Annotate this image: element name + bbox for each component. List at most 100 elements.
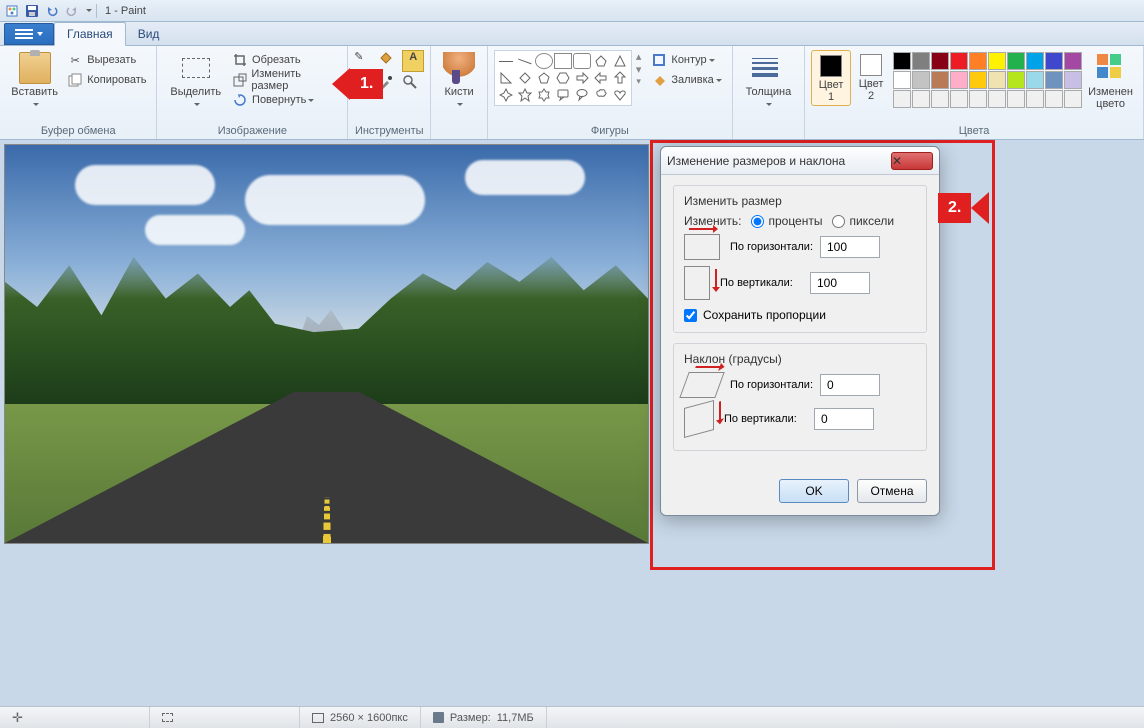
shape-star6[interactable] (535, 87, 553, 103)
color-swatch[interactable] (950, 90, 968, 108)
edit-colors-button[interactable]: Изменен цвето (1084, 50, 1137, 112)
shape-callout-rect[interactable] (554, 87, 572, 103)
undo-icon[interactable] (44, 3, 60, 19)
redo-icon[interactable] (64, 3, 80, 19)
color-swatch[interactable] (950, 52, 968, 70)
color2-button[interactable]: Цвет 2 (851, 50, 891, 104)
color-swatch[interactable] (1026, 52, 1044, 70)
color-swatch[interactable] (988, 52, 1006, 70)
color-swatch[interactable] (988, 90, 1006, 108)
color-swatch[interactable] (1007, 71, 1025, 89)
annotation-1: 1. (332, 68, 383, 100)
outline-button[interactable]: Контур (647, 50, 725, 70)
shape-arrow-l[interactable] (592, 70, 610, 86)
shape-line[interactable] (497, 53, 515, 69)
radio-pixels[interactable] (832, 215, 845, 228)
paste-button[interactable]: Вставить (6, 50, 63, 112)
shape-callout-oval[interactable] (573, 87, 591, 103)
color-swatch[interactable] (931, 52, 949, 70)
resize-label: Изменить размер (251, 68, 337, 92)
skew-horiz-input[interactable] (820, 374, 880, 396)
cut-label: Вырезать (87, 54, 136, 66)
vert-input[interactable] (810, 272, 870, 294)
shape-arrow-r[interactable] (573, 70, 591, 86)
color-swatch[interactable] (912, 71, 930, 89)
color-swatch[interactable] (893, 71, 911, 89)
color-swatch[interactable] (969, 90, 987, 108)
color-swatch[interactable] (1064, 71, 1082, 89)
shape-star5[interactable] (516, 87, 534, 103)
shape-hexagon[interactable] (554, 70, 572, 86)
color-swatch[interactable] (893, 90, 911, 108)
fill-button[interactable]: Заливка (647, 70, 725, 90)
file-menu-button[interactable] (4, 23, 54, 45)
color1-button[interactable]: Цвет 1 (811, 50, 851, 106)
color-swatch[interactable] (969, 71, 987, 89)
shape-star4[interactable] (497, 87, 515, 103)
shapes-gallery[interactable] (494, 50, 632, 106)
shape-roundrect[interactable] (573, 53, 591, 69)
tab-view[interactable]: Вид (126, 23, 172, 45)
brushes-button[interactable]: Кисти (437, 50, 481, 112)
color-swatch[interactable] (1064, 90, 1082, 108)
rotate-icon (232, 92, 248, 108)
color-swatch[interactable] (1007, 90, 1025, 108)
crop-button[interactable]: Обрезать (228, 50, 341, 70)
color-swatch[interactable] (969, 52, 987, 70)
close-icon: ✕ (892, 154, 932, 168)
shape-polygon[interactable] (592, 53, 610, 69)
color-swatch[interactable] (1026, 90, 1044, 108)
copy-button[interactable]: Копировать (63, 70, 150, 90)
shapes-scroll-up[interactable]: ▴ (636, 50, 642, 63)
color-swatch[interactable] (1045, 71, 1063, 89)
color-swatch[interactable] (893, 52, 911, 70)
shape-pentagon[interactable] (535, 70, 553, 86)
shape-diamond[interactable] (516, 70, 534, 86)
rotate-button[interactable]: Повернуть (228, 90, 341, 110)
color-swatch[interactable] (988, 71, 1006, 89)
text-tool[interactable]: A (402, 50, 424, 72)
cancel-button[interactable]: Отмена (857, 479, 927, 503)
ok-button[interactable]: OK (779, 479, 849, 503)
shape-heart[interactable] (611, 87, 629, 103)
shape-oval[interactable] (535, 53, 553, 69)
shape-arrow-u[interactable] (611, 70, 629, 86)
color-swatch[interactable] (931, 71, 949, 89)
color-swatch[interactable] (1007, 52, 1025, 70)
dialog-titlebar[interactable]: Изменение размеров и наклона ✕ (661, 147, 939, 175)
tab-home[interactable]: Главная (54, 22, 126, 46)
zoom-tool[interactable] (402, 74, 424, 96)
keep-ratio-checkbox[interactable] (684, 309, 697, 322)
shape-triangle[interactable] (611, 53, 629, 69)
color-swatch[interactable] (1045, 90, 1063, 108)
dialog-close-button[interactable]: ✕ (891, 152, 933, 170)
color-swatch[interactable] (1064, 52, 1082, 70)
save-icon[interactable] (24, 3, 40, 19)
color-swatch[interactable] (912, 90, 930, 108)
shapes-expand[interactable]: ▾ (636, 76, 642, 87)
color-swatch[interactable] (950, 71, 968, 89)
cut-button[interactable]: ✂ Вырезать (63, 50, 150, 70)
shape-callout-cloud[interactable] (592, 87, 610, 103)
shape-curve[interactable] (514, 50, 536, 71)
color-swatch[interactable] (912, 52, 930, 70)
percent-label: проценты (768, 214, 822, 228)
color-swatch[interactable] (1026, 71, 1044, 89)
canvas[interactable] (4, 144, 649, 544)
crop-icon (232, 52, 248, 68)
ribbon: Вставить ✂ Вырезать Копировать Буфер обм… (0, 46, 1144, 140)
radio-percent[interactable] (751, 215, 764, 228)
color-swatch[interactable] (1045, 52, 1063, 70)
shape-rect[interactable] (554, 53, 572, 69)
horiz-input[interactable] (820, 236, 880, 258)
color-swatch[interactable] (931, 90, 949, 108)
paste-label: Вставить (11, 86, 58, 98)
hamburger-icon (15, 33, 33, 35)
select-button[interactable]: Выделить (163, 50, 228, 112)
shape-rtriangle[interactable] (497, 70, 515, 86)
shapes-scroll-down[interactable]: ▾ (636, 63, 642, 76)
qat-menu-icon[interactable] (86, 9, 92, 12)
skew-vert-input[interactable] (814, 408, 874, 430)
size-button[interactable]: Толщина (739, 50, 798, 112)
resize-button[interactable]: Изменить размер (228, 70, 341, 90)
